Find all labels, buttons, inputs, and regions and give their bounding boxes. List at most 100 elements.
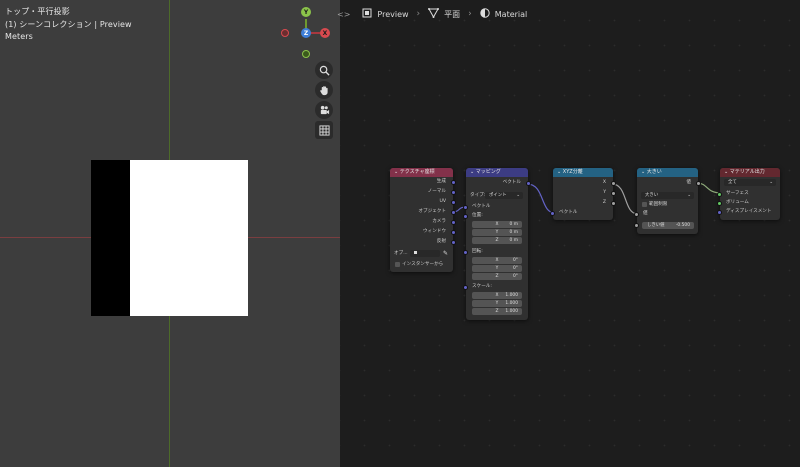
collapse-icon[interactable]: ⌄ <box>724 169 728 175</box>
texture-coordinate-node[interactable]: ⌄ テクスチャ座標 生成 ノーマル UV オブジェクト カメラ ウィンドウ 反射… <box>390 168 456 272</box>
type-label: タイプ: <box>470 193 486 198</box>
output-y-label: Y <box>603 190 606 195</box>
scale-x-field[interactable]: X 1.000 <box>472 292 522 299</box>
threshold-field[interactable]: しきい値 -0.500 <box>642 222 694 229</box>
socket-scale[interactable] <box>463 285 468 290</box>
gizmo-x-button[interactable]: X <box>320 28 330 38</box>
socket-surface[interactable] <box>717 192 722 197</box>
location-label: 位置: <box>472 213 483 218</box>
input-surface-label: サーフェス <box>726 191 749 196</box>
rotation-x-field[interactable]: X 0° <box>472 257 522 264</box>
type-value: ポイント <box>489 193 507 198</box>
output-generated-label: 生成 <box>436 179 446 184</box>
output-value-label: 値 <box>686 180 691 185</box>
scale-z-field[interactable]: Z 1.000 <box>472 308 522 315</box>
math-greater-node[interactable]: ⌄ 大きい 値 大きい ⌄ 範囲制限 値 しきい値 -0.500 <box>634 168 701 234</box>
socket-reflection[interactable] <box>451 240 456 245</box>
node-title: マテリアル出力 <box>729 169 765 175</box>
collapse-icon[interactable]: ⌄ <box>641 169 645 175</box>
chevron-down-icon: ⌄ <box>516 193 520 198</box>
eyedropper-icon[interactable]: ✎ <box>443 250 448 257</box>
plane-dark-region <box>91 160 130 316</box>
output-z-label: Z <box>602 200 606 205</box>
navigation-gizmo[interactable]: Y Z X <box>278 5 336 63</box>
gizmo-neg-y-button[interactable] <box>302 50 310 58</box>
camera-icon <box>319 101 330 120</box>
socket-displacement[interactable] <box>717 210 722 215</box>
instancer-checkbox[interactable] <box>395 262 400 267</box>
socket-vector-in[interactable] <box>550 211 555 216</box>
collapse-icon[interactable]: ⌄ <box>470 169 474 175</box>
preview-plane[interactable] <box>91 160 248 316</box>
socket-camera[interactable] <box>451 220 456 225</box>
rotation-y-field[interactable]: Y 0° <box>472 265 522 272</box>
socket-y[interactable] <box>611 191 616 196</box>
mapping-node[interactable]: ⌄ マッピング ベクトル タイプ: ポイント ⌄ ベクトル 位置: X0 m Y… <box>463 168 531 320</box>
socket-value-out[interactable] <box>696 181 701 186</box>
node-title: 大きい <box>646 169 662 175</box>
node-title: テクスチャ座標 <box>399 169 435 175</box>
input-vector-label: ベクトル <box>559 210 578 215</box>
socket-object[interactable] <box>451 210 456 215</box>
node-header[interactable]: ⌄ マテリアル出力 <box>720 168 780 177</box>
socket-z[interactable] <box>611 201 616 206</box>
camera-button[interactable] <box>315 101 333 119</box>
node-title: XYZ分離 <box>562 169 583 175</box>
target-dropdown[interactable]: 全て ⌄ <box>724 179 776 186</box>
socket-generated[interactable] <box>451 180 456 185</box>
output-camera-label: カメラ <box>432 219 446 224</box>
output-vector-label: ベクトル <box>502 180 521 185</box>
object-icon <box>414 251 417 254</box>
location-x-field[interactable]: X0 m <box>472 221 522 228</box>
collapse-icon[interactable]: ⌄ <box>557 169 561 175</box>
clamp-checkbox[interactable] <box>642 202 647 207</box>
material-output-node[interactable]: ⌄ マテリアル出力 全て ⌄ サーフェス ボリューム ディスプレイスメント <box>717 168 780 220</box>
type-dropdown[interactable]: ポイント ⌄ <box>485 192 523 199</box>
zoom-button[interactable] <box>315 61 333 79</box>
collapse-icon[interactable]: ⌄ <box>394 169 398 175</box>
operation-value: 大きい <box>645 193 659 198</box>
socket-rotation[interactable] <box>463 250 468 255</box>
location-z-field[interactable]: Z0 m <box>472 237 522 244</box>
chevron-down-icon: ⌄ <box>687 193 691 198</box>
output-reflection-label: 反射 <box>436 239 446 244</box>
scale-y-field[interactable]: Y 1.000 <box>472 300 522 307</box>
grid-button[interactable] <box>315 121 333 139</box>
socket-window[interactable] <box>451 230 456 235</box>
node-header[interactable]: ⌄ テクスチャ座標 <box>390 168 453 177</box>
socket-x[interactable] <box>611 181 616 186</box>
rotation-z-field[interactable]: Z 0° <box>472 273 522 280</box>
gizmo-neg-x-button[interactable] <box>281 29 289 37</box>
socket-value-in[interactable] <box>634 212 639 217</box>
socket-location[interactable] <box>463 214 468 219</box>
socket-vector-out[interactable] <box>526 181 531 186</box>
pan-button[interactable] <box>315 81 333 99</box>
separate-xyz-node[interactable]: ⌄ XYZ分離 X Y Z ベクトル <box>550 168 616 220</box>
socket-normal[interactable] <box>451 190 456 195</box>
output-uv-label: UV <box>439 199 446 204</box>
scale-label: スケール: <box>472 284 492 289</box>
output-window-label: ウィンドウ <box>423 229 446 234</box>
node-header[interactable]: ⌄ 大きい <box>637 168 698 177</box>
gizmo-z-button[interactable]: Z <box>301 28 311 38</box>
gizmo-y-button[interactable]: Y <box>301 7 311 17</box>
location-y-field[interactable]: Y0 m <box>472 229 522 236</box>
target-value: 全て <box>728 180 737 185</box>
node-header[interactable]: ⌄ マッピング <box>466 168 528 177</box>
socket-volume[interactable] <box>717 201 722 206</box>
object-selector[interactable] <box>410 250 440 257</box>
node-title: マッピング <box>475 169 501 175</box>
collection-label: (1) シーンコレクション | Preview <box>5 20 132 29</box>
socket-uv[interactable] <box>451 200 456 205</box>
input-value-label: 値 <box>643 211 648 216</box>
socket-threshold[interactable] <box>634 223 639 228</box>
3d-viewport[interactable]: トップ・平行投影 (1) シーンコレクション | Preview Meters … <box>0 0 340 467</box>
input-volume-label: ボリューム <box>726 200 749 205</box>
operation-dropdown[interactable]: 大きい ⌄ <box>641 192 694 199</box>
grid-icon <box>318 121 330 140</box>
shader-node-editor[interactable]: <> Preview › 平面 › Material ⌄ テクスチャ座標 生成 … <box>337 0 800 467</box>
node-header[interactable]: ⌄ XYZ分離 <box>553 168 613 177</box>
output-normal-label: ノーマル <box>427 189 446 194</box>
socket-vector-in[interactable] <box>463 205 468 210</box>
chevron-down-icon: ⌄ <box>769 180 773 185</box>
